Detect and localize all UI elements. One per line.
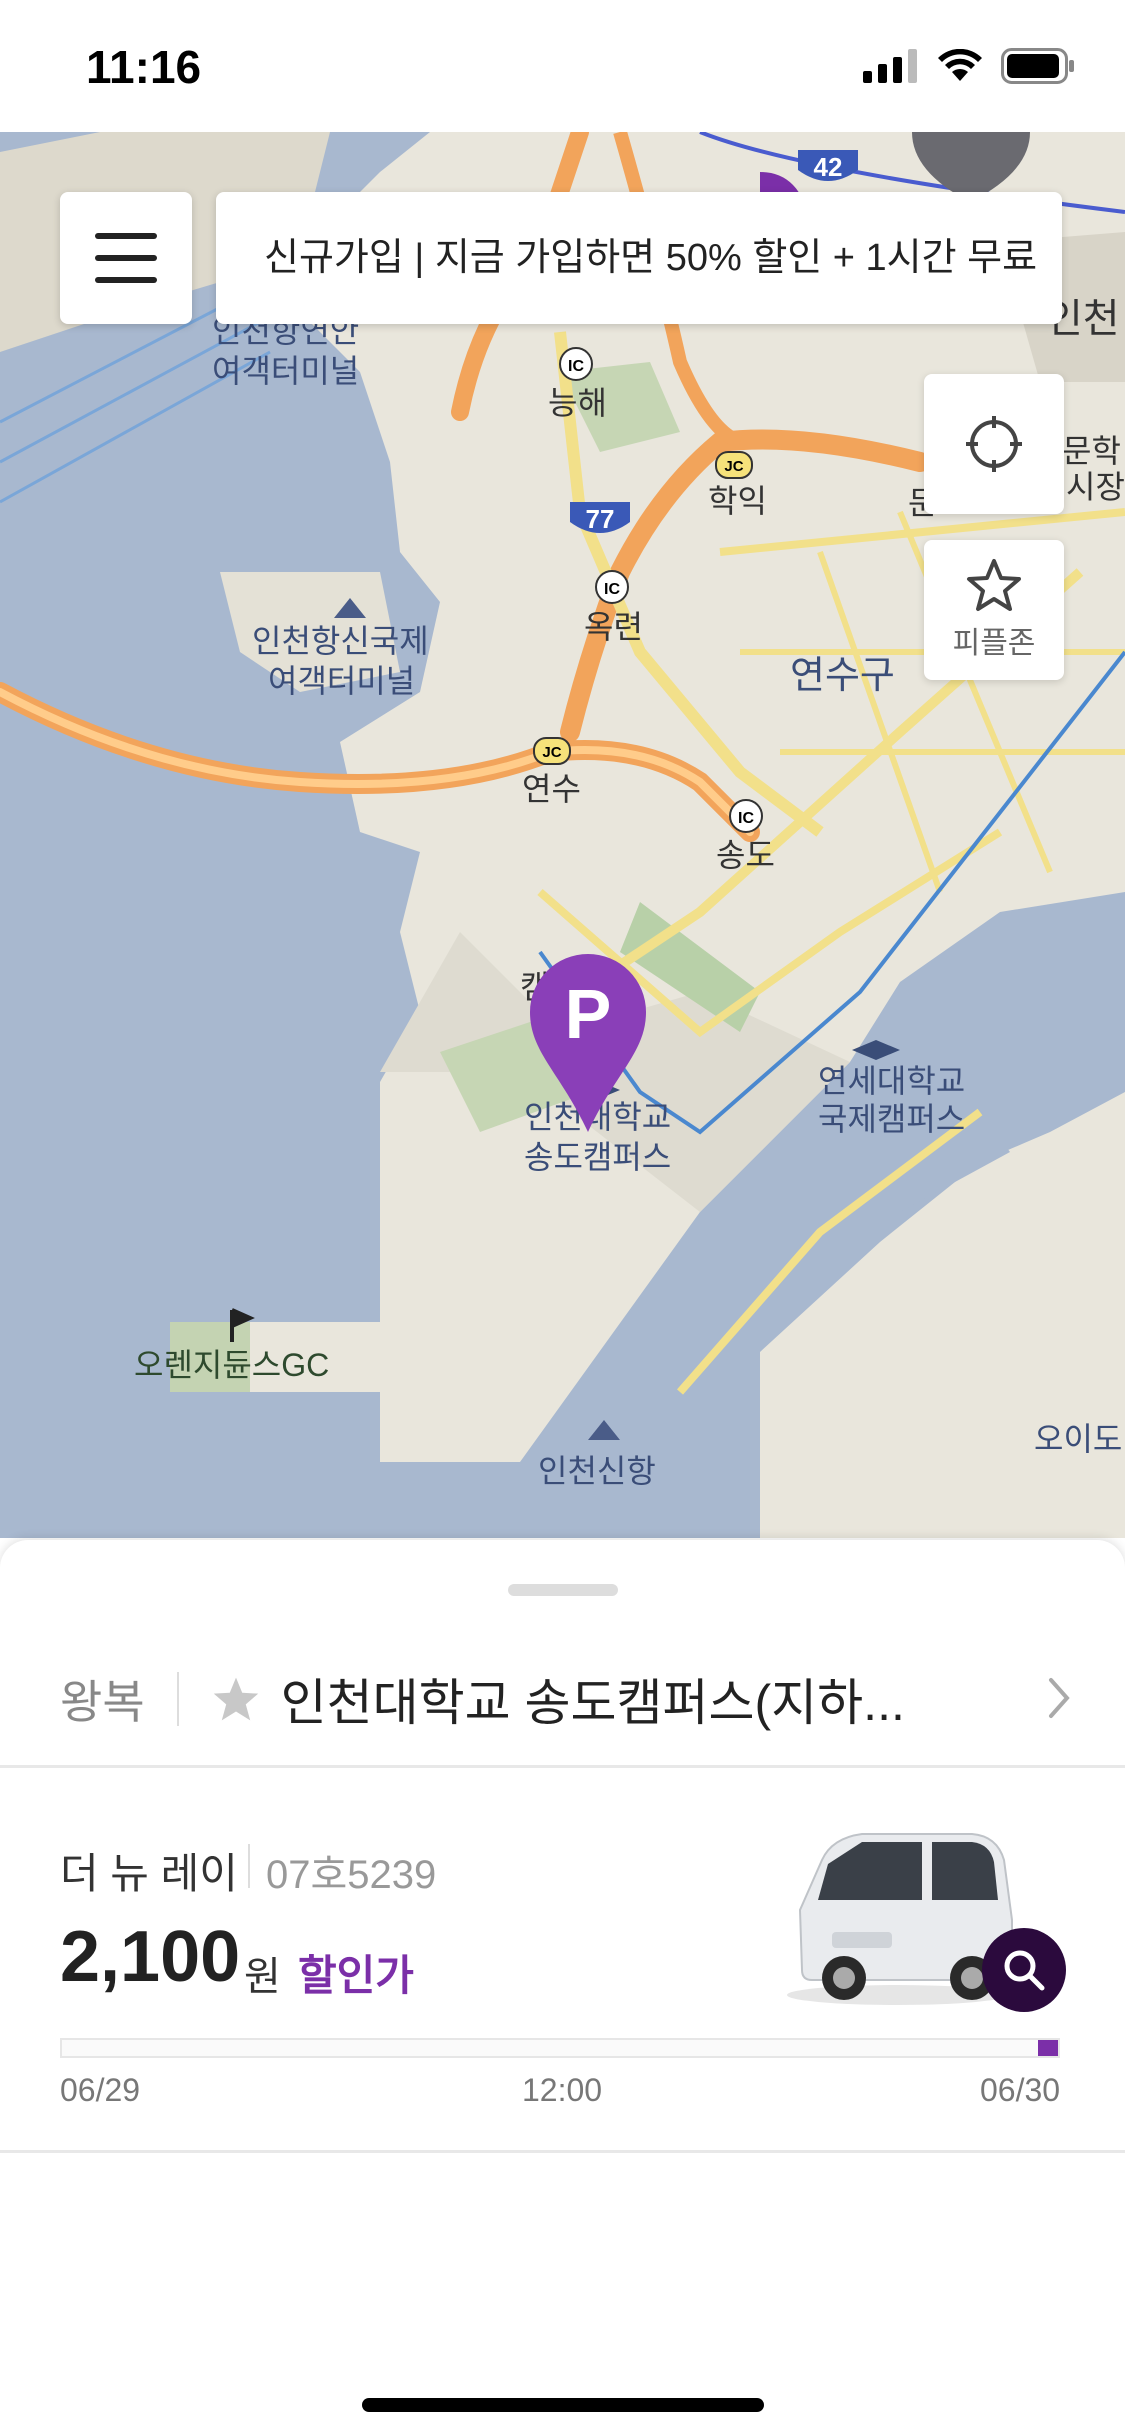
status-icons <box>863 48 1075 84</box>
svg-text:IC: IC <box>738 810 754 827</box>
map-label: 문학 <box>1062 433 1121 469</box>
map-canvas: IC JC IC JC IC 77 42 인천항연안 여객터미널 인천항신국제 … <box>0 132 1125 1538</box>
home-indicator[interactable] <box>362 2398 764 2412</box>
map-label: 학익 <box>708 483 767 519</box>
favorite-star-icon[interactable] <box>211 1675 261 1723</box>
svg-text:IC: IC <box>568 358 584 375</box>
ic-badge: IC <box>595 570 629 604</box>
svg-text:77: 77 <box>586 504 615 534</box>
current-location-button[interactable] <box>924 374 1064 514</box>
reservation-timeline[interactable] <box>60 2038 1060 2058</box>
timeline-mid-label: 12:00 <box>522 2072 603 2108</box>
timeline-end-label: 06/30 <box>980 2072 1061 2108</box>
svg-text:42: 42 <box>814 152 843 182</box>
hamburger-icon <box>95 233 157 283</box>
status-time: 11:16 <box>86 41 202 93</box>
car-detail-search-button[interactable] <box>982 1928 1066 2012</box>
map-label: 여객터미널 <box>268 663 415 699</box>
svg-text:IC: IC <box>604 581 620 598</box>
trip-type-label: 왕복 <box>60 1675 145 1728</box>
svg-text:JC: JC <box>724 458 743 475</box>
people-zone-label: 피플존 <box>952 627 1036 660</box>
ic-badge: IC <box>559 347 593 381</box>
place-row[interactable]: 왕복 인천대학교 송도캠퍼스(지하... <box>0 1632 1125 1768</box>
promo-banner[interactable]: 신규가입 | 지금 가입하면 50% 할인 + 1시간 무료 <box>216 192 1062 324</box>
discount-label: 할인가 <box>298 1952 414 1999</box>
map-label: 인천신항 <box>538 1453 656 1489</box>
status-bar: 11:16 <box>0 0 1125 132</box>
jc-badge: JC <box>533 737 571 765</box>
car-plate: 07호5239 <box>266 1853 437 1897</box>
ferry-icon <box>588 1420 620 1440</box>
cellular-signal-icon <box>863 49 917 83</box>
search-icon <box>1004 1950 1045 1991</box>
map-label: 송도캠퍼스 <box>524 1139 671 1175</box>
map-label: 시장 <box>1066 469 1125 505</box>
crosshair-icon <box>966 416 1022 472</box>
wifi-icon <box>938 49 982 81</box>
map-label: 인천항신국제 <box>252 623 429 659</box>
map-label: 연수구 <box>790 655 895 697</box>
people-zone-button[interactable]: 피플존 <box>924 540 1064 680</box>
bottom-sheet[interactable]: 왕복 인천대학교 송도캠퍼스(지하... 더 뉴 레이 07호5239 2,10… <box>0 1540 1125 2436</box>
map-label: 연수 <box>522 771 581 807</box>
chevron-right-icon[interactable] <box>1047 1676 1071 1720</box>
divider <box>248 1844 250 1888</box>
map-label: 연세대학교 <box>818 1063 965 1099</box>
star-outline-icon <box>967 559 1021 611</box>
svg-text:P: P <box>565 975 612 1053</box>
divider <box>176 1671 179 1726</box>
timeline-selected-range <box>1038 2040 1058 2056</box>
map-label: 여객터미널 <box>212 353 359 389</box>
sheet-drag-handle[interactable] <box>508 1584 618 1596</box>
map-label: 옥련 <box>584 609 643 645</box>
map-label: 능해 <box>548 385 607 421</box>
car-card[interactable]: 더 뉴 레이 07호5239 2,100 원 할인가 06/29 12:00 0… <box>0 1768 1125 2153</box>
timeline-start-label: 06/29 <box>60 2072 141 2108</box>
map-label: 오렌지듄스GC <box>134 1347 329 1383</box>
map-view[interactable]: IC JC IC JC IC 77 42 인천항연안 여객터미널 인천항신국제 … <box>0 132 1125 1538</box>
price-currency: 원 <box>244 1955 281 1999</box>
jc-badge: JC <box>715 451 753 479</box>
ic-badge: IC <box>729 799 763 833</box>
map-label: 오이도 <box>1034 1421 1122 1457</box>
map-label: 송도 <box>716 837 775 873</box>
car-price: 2,100 <box>60 1917 241 1997</box>
menu-button[interactable] <box>60 192 192 324</box>
map-label: 국제캠퍼스 <box>818 1101 965 1137</box>
car-model: 더 뉴 레이 <box>60 1850 238 1897</box>
svg-text:JC: JC <box>542 744 561 761</box>
battery-icon <box>1001 48 1074 84</box>
place-name: 인천대학교 송도캠퍼스(지하... <box>280 1674 905 1731</box>
